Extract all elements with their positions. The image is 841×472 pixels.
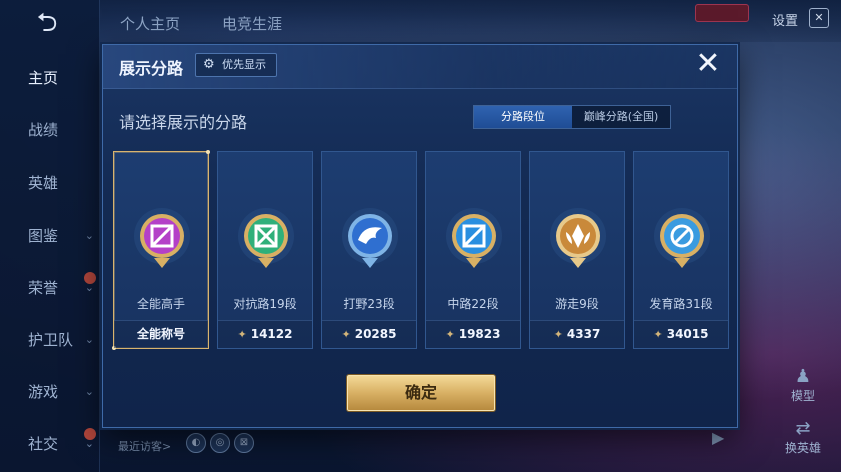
lane-card-clash[interactable]: 对抗路19段 ✦ 14122 xyxy=(217,151,313,349)
chevron-down-icon: ⌄ xyxy=(84,437,94,450)
swap-icon: ⇄ xyxy=(795,418,811,439)
avatar[interactable]: ◐ xyxy=(186,433,206,453)
lane-card-farm[interactable]: 发育路31段 ✦ 34015 xyxy=(633,151,729,349)
sidebar-item-label: 战绩 xyxy=(28,121,59,139)
sidebar-item-honor[interactable]: 荣誉 ⌄ xyxy=(0,268,100,308)
select-lane-hint: 请选择展示的分路 xyxy=(119,113,248,132)
sidebar-item-home[interactable]: 主页 xyxy=(0,58,100,98)
priority-display-label: 优先显示 xyxy=(222,58,266,71)
lane-card-roam[interactable]: 游走9段 ✦ 4337 xyxy=(529,151,625,349)
lane-name: 中路22段 xyxy=(447,297,499,311)
rank-points-icon: ✦ xyxy=(445,328,455,341)
model-label: 模型 xyxy=(790,389,815,403)
sidebar-item-record[interactable]: 战绩 xyxy=(0,110,100,150)
lane-tab-switch: 分路段位 巅峰分路(全国) xyxy=(473,105,671,129)
lane-name: 发育路31段 xyxy=(649,297,713,311)
dialog-header: 展示分路 ⚙ 优先显示 ✕ xyxy=(103,45,737,89)
rank-points-icon: ✦ xyxy=(341,328,351,341)
lane-name: 对抗路19段 xyxy=(233,297,297,311)
lane-footer-value: 4337 xyxy=(566,327,601,341)
chevron-down-icon: ⌄ xyxy=(84,385,94,398)
lane-name: 游走9段 xyxy=(555,297,599,311)
omni-role-icon xyxy=(134,208,190,268)
sidebar-item-label: 荣誉 xyxy=(28,279,59,297)
sidebar-item-social[interactable]: 社交 ⌄ xyxy=(0,424,100,464)
farm-lane-icon xyxy=(654,208,710,268)
avatar[interactable]: ◎ xyxy=(210,433,230,453)
sidebar-item-collection[interactable]: 图鉴 ⌄ xyxy=(0,216,100,256)
rank-points-icon: ✦ xyxy=(653,328,663,341)
lane-card-omni[interactable]: 全能高手 全能称号 xyxy=(112,150,210,350)
dialog-title: 展示分路 xyxy=(119,59,184,78)
close-corner-icon[interactable]: ✕ xyxy=(809,8,829,28)
lane-display-dialog: 展示分路 ⚙ 优先显示 ✕ 请选择展示的分路 分路段位 巅峰分路(全国) 全能高… xyxy=(102,44,738,428)
lane-footer: ✦ 4337 xyxy=(530,320,624,348)
roam-icon xyxy=(550,208,606,268)
lane-footer-value: 19823 xyxy=(458,327,501,341)
sidebar-item-label: 主页 xyxy=(28,69,59,87)
switch-hero-label: 换英雄 xyxy=(784,441,821,455)
lane-card-list: 全能高手 全能称号 对抗路19段 ✦ 14122 打野23段 ✦ 20285 中… xyxy=(112,150,733,351)
sidebar-item-label: 社交 xyxy=(28,435,59,453)
priority-display-button[interactable]: ⚙ 优先显示 xyxy=(195,53,277,77)
mid-lane-icon xyxy=(446,208,502,268)
switch-hero-button[interactable]: ⇄ 换英雄 xyxy=(779,418,827,456)
confirm-button[interactable]: 确定 xyxy=(347,375,495,411)
lane-footer: ✦ 14122 xyxy=(218,320,312,348)
lane-footer: ✦ 20285 xyxy=(322,320,416,348)
lane-footer-value: 34015 xyxy=(666,327,709,341)
sidebar-item-heroes[interactable]: 英雄 xyxy=(0,163,100,203)
lane-footer-value: 14122 xyxy=(250,327,293,341)
lane-name: 全能高手 xyxy=(136,297,185,311)
tab-esports[interactable]: 电竞生涯 xyxy=(222,13,282,34)
tab-lane-rank[interactable]: 分路段位 xyxy=(474,106,572,128)
sidebar-item-label: 游戏 xyxy=(28,383,59,401)
lane-footer: 全能称号 xyxy=(114,320,208,348)
lane-card-mid[interactable]: 中路22段 ✦ 19823 xyxy=(425,151,521,349)
rank-points-icon: ✦ xyxy=(553,328,563,341)
play-icon[interactable]: ▶ xyxy=(712,428,724,447)
sidebar: ⮌ 主页 战绩 英雄 图鉴 ⌄ 荣誉 ⌄ 护卫队 ⌄ 游戏 ⌄ 社交 ⌄ xyxy=(0,0,100,472)
back-arrow-icon[interactable]: ⮌ xyxy=(22,10,72,36)
lane-footer: ✦ 34015 xyxy=(634,320,728,348)
selection-corner xyxy=(206,150,210,154)
chevron-down-icon: ⌄ xyxy=(84,333,94,346)
rank-points-icon: ✦ xyxy=(237,328,247,341)
sidebar-item-games[interactable]: 游戏 ⌄ xyxy=(0,372,100,412)
jungle-icon xyxy=(342,208,398,268)
gear-icon: ⚙ xyxy=(203,57,215,72)
tab-peak-lane[interactable]: 巅峰分路(全国) xyxy=(572,106,670,128)
lane-card-jungle[interactable]: 打野23段 ✦ 20285 xyxy=(321,151,417,349)
close-icon[interactable]: ✕ xyxy=(693,49,723,79)
avatar[interactable]: ⊠ xyxy=(234,433,254,453)
sidebar-item-label: 护卫队 xyxy=(28,331,74,349)
tab-profile[interactable]: 个人主页 xyxy=(120,13,180,34)
lane-name: 打野23段 xyxy=(343,297,395,311)
event-badge[interactable] xyxy=(695,4,749,22)
lane-footer: ✦ 19823 xyxy=(426,320,520,348)
chevron-down-icon: ⌄ xyxy=(84,229,94,242)
lane-footer-value: 全能称号 xyxy=(136,327,185,341)
sidebar-item-guard[interactable]: 护卫队 ⌄ xyxy=(0,320,100,360)
sidebar-item-label: 英雄 xyxy=(28,174,59,192)
lane-footer-value: 20285 xyxy=(354,327,397,341)
chevron-down-icon: ⌄ xyxy=(84,281,94,294)
model-button[interactable]: ♟ 模型 xyxy=(779,366,827,404)
figure-icon: ♟ xyxy=(794,366,812,387)
settings-button[interactable]: 设置 xyxy=(772,10,798,29)
sidebar-item-label: 图鉴 xyxy=(28,227,59,245)
recent-visitors-link[interactable]: 最近访客> xyxy=(118,438,171,454)
clash-lane-icon xyxy=(238,208,294,268)
